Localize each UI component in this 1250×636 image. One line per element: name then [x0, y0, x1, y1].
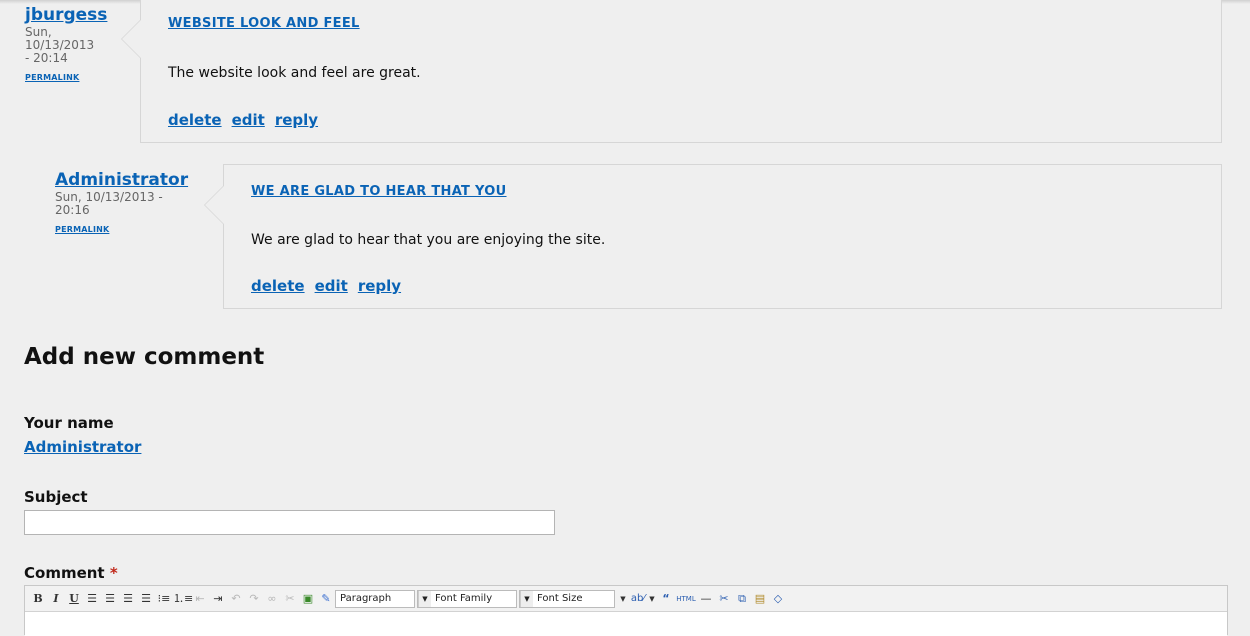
reply-link[interactable]: reply	[358, 277, 401, 295]
comment-editor: B I U ☰ ☰ ☰ ☰ ⁝≡ ⒈≡ ⇤ ⇥ ↶ ↷ ∞ ✂ ▣ ✎ Para…	[24, 585, 1228, 636]
redo-icon[interactable]: ↷	[245, 589, 263, 609]
comment-date: Sun, 10/13/2013- 20:14	[25, 25, 95, 65]
align-center-icon[interactable]: ☰	[101, 589, 119, 609]
font-family-value: Font Family	[435, 593, 493, 604]
align-right-icon[interactable]: ☰	[119, 589, 137, 609]
blockquote-icon[interactable]: “	[657, 589, 675, 609]
comment-body: We are glad to hear that you are enjoyin…	[251, 232, 606, 248]
comment-title-link[interactable]: WEBSITE LOOK AND FEEL	[168, 16, 360, 31]
image-icon[interactable]: ▣	[299, 589, 317, 609]
your-name-label: Your name	[24, 414, 114, 432]
subject-input[interactable]	[24, 510, 555, 535]
required-marker: *	[109, 564, 118, 582]
bold-button[interactable]: B	[29, 589, 47, 609]
comment-author-link[interactable]: Administrator	[55, 171, 205, 189]
permalink-link[interactable]: PERMALINK	[55, 225, 205, 234]
justify-icon[interactable]: ☰	[137, 589, 155, 609]
permalink-link[interactable]: PERMALINK	[25, 73, 120, 82]
chevron-down-icon[interactable]: ▼	[617, 589, 629, 609]
indent-icon[interactable]: ⇥	[209, 589, 227, 609]
edit-link[interactable]: edit	[315, 277, 348, 295]
cleanup-icon[interactable]: ✎	[317, 589, 335, 609]
comment-title-link[interactable]: WE ARE GLAD TO HEAR THAT YOU	[251, 184, 507, 199]
paste-icon[interactable]: ▤	[751, 589, 769, 609]
cut-icon[interactable]: ✂	[715, 589, 733, 609]
copy-icon[interactable]: ⧉	[733, 589, 751, 609]
comment-links: delete edit reply	[168, 111, 328, 129]
undo-icon[interactable]: ↶	[227, 589, 245, 609]
align-left-icon[interactable]: ☰	[83, 589, 101, 609]
comment-label: Comment *	[24, 564, 118, 582]
comment-meta: Administrator Sun, 10/13/2013 -20:16 PER…	[55, 171, 205, 234]
font-size-select[interactable]: ▼ Font Size	[519, 589, 615, 608]
format-select-value: Paragraph	[340, 593, 392, 604]
subject-label: Subject	[24, 488, 88, 506]
comment-box: WE ARE GLAD TO HEAR THAT YOU We are glad…	[204, 164, 1222, 309]
delete-link[interactable]: delete	[251, 277, 305, 295]
your-name-link[interactable]: Administrator	[24, 438, 141, 456]
numbered-list-icon[interactable]: ⒈≡	[173, 589, 193, 609]
outdent-icon[interactable]: ⇤	[191, 589, 209, 609]
spellcheck-icon[interactable]: ab⁄	[629, 589, 647, 609]
add-comment-heading: Add new comment	[24, 344, 265, 370]
reply-link[interactable]: reply	[275, 111, 318, 129]
html-icon[interactable]: HTML	[675, 589, 697, 609]
chevron-down-icon[interactable]: ▼	[647, 589, 657, 609]
editor-toolbar: B I U ☰ ☰ ☰ ☰ ⁝≡ ⒈≡ ⇤ ⇥ ↶ ↷ ∞ ✂ ▣ ✎ Para…	[25, 586, 1227, 612]
comment-box: WEBSITE LOOK AND FEEL The website look a…	[121, 0, 1222, 143]
comment-author-link[interactable]: jburgess	[25, 6, 120, 24]
comment-date: Sun, 10/13/2013 -20:16	[55, 190, 163, 217]
comment-links: delete edit reply	[251, 277, 411, 295]
font-family-select[interactable]: ▼ Font Family	[417, 589, 517, 608]
bullet-list-icon[interactable]: ⁝≡	[155, 589, 173, 609]
unlink-icon[interactable]: ✂	[281, 589, 299, 609]
delete-link[interactable]: delete	[168, 111, 222, 129]
edit-link[interactable]: edit	[232, 111, 265, 129]
chevron-down-icon: ▼	[520, 590, 533, 607]
italic-button[interactable]: I	[47, 589, 65, 609]
eraser-icon[interactable]: ◇	[769, 589, 787, 609]
chevron-down-icon: ▼	[418, 590, 431, 607]
font-size-value: Font Size	[537, 593, 583, 604]
underline-button[interactable]: U	[65, 589, 83, 609]
horizontal-rule-icon[interactable]: —	[697, 589, 715, 609]
comment-meta: jburgess Sun, 10/13/2013- 20:14 PERMALINK	[25, 6, 120, 82]
comment-body: The website look and feel are great.	[168, 65, 421, 81]
format-select[interactable]: Paragraph	[335, 589, 415, 608]
comment-textarea[interactable]	[25, 612, 1227, 636]
comment-label-text: Comment	[24, 564, 105, 582]
link-icon[interactable]: ∞	[263, 589, 281, 609]
